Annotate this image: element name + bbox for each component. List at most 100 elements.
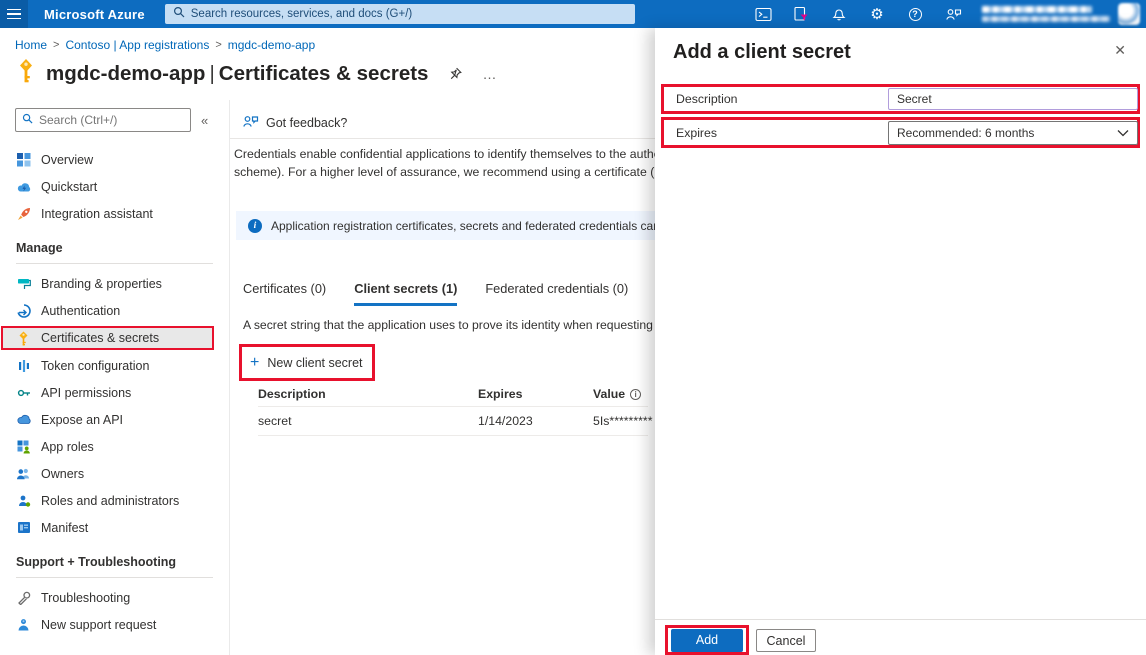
sidebar-item-roles-and-administrators[interactable]: Roles and administrators	[0, 487, 229, 514]
directory-filter-icon[interactable]	[786, 0, 816, 28]
sidebar-item-overview[interactable]: Overview	[0, 146, 229, 173]
sidebar-item-api-permissions[interactable]: API permissions	[0, 379, 229, 406]
tab-certificates[interactable]: Certificates (0)	[243, 281, 326, 306]
expires-dropdown[interactable]: Recommended: 6 months	[888, 121, 1138, 145]
page-title-section: Certificates & secrets	[219, 62, 429, 85]
breadcrumb: Home > Contoso | App registrations > mgd…	[15, 38, 315, 52]
notifications-bell-icon[interactable]	[824, 0, 854, 28]
info-banner-text: Application registration certificates, s…	[271, 219, 655, 233]
owners-icon	[16, 467, 31, 480]
got-feedback-label: Got feedback?	[266, 116, 347, 130]
page-title-row: mgdc-demo-app|Certificates & secrets …	[16, 58, 497, 89]
sidebar-item-label: Token configuration	[41, 359, 149, 373]
sidebar-item-new-support-request[interactable]: New support request	[0, 611, 229, 638]
sidebar-item-authentication[interactable]: Authentication	[0, 297, 229, 324]
sidebar-item-label: Overview	[41, 153, 93, 167]
sidebar-search-box[interactable]	[15, 108, 191, 132]
plus-icon: +	[250, 355, 259, 371]
sidebar-item-integration-assistant[interactable]: Integration assistant	[0, 200, 229, 227]
new-client-secret-button[interactable]: + New client secret	[242, 355, 363, 371]
tab-client-secrets[interactable]: Client secrets (1)	[354, 281, 457, 306]
manifest-icon	[16, 521, 31, 534]
sidebar-item-app-roles[interactable]: App roles	[0, 433, 229, 460]
sidebar-item-label: App roles	[41, 440, 94, 454]
sidebar-item-label: Troubleshooting	[41, 591, 130, 605]
sidebar-item-label: Certificates & secrets	[41, 331, 159, 345]
top-bar: Microsoft Azure Search resources, servic…	[0, 0, 1146, 28]
table-row[interactable]: secret 1/14/2023 5Is*********	[258, 407, 648, 436]
expires-selected-option: Recommended: 6 months	[897, 126, 1034, 140]
breadcrumb-home[interactable]: Home	[15, 38, 47, 52]
sidebar-item-troubleshooting[interactable]: Troubleshooting	[0, 584, 229, 611]
expose-api-icon	[16, 414, 31, 425]
column-header-expires: Expires	[478, 387, 593, 401]
help-icon[interactable]: ?	[900, 0, 930, 28]
token-configuration-icon	[16, 359, 31, 373]
divider	[16, 577, 213, 578]
cell-description: secret	[258, 414, 478, 428]
info-banner: i Application registration certificates,…	[236, 211, 655, 240]
sidebar-section-support: Support + Troubleshooting	[0, 541, 229, 575]
troubleshooting-wrench-icon	[16, 591, 31, 605]
sidebar-search-input[interactable]	[39, 113, 179, 127]
sidebar-item-owners[interactable]: Owners	[0, 460, 229, 487]
got-feedback-button[interactable]: Got feedback?	[242, 114, 347, 132]
sidebar-item-quickstart[interactable]: Quickstart	[0, 173, 229, 200]
info-icon: i	[630, 389, 641, 400]
new-client-secret-label: New client secret	[267, 356, 362, 370]
panel-title: Add a client secret	[673, 41, 851, 64]
description-input[interactable]	[888, 88, 1138, 110]
top-bar-icons: ⚙ ?	[748, 0, 968, 28]
close-icon[interactable]: ✕	[1114, 42, 1126, 59]
breadcrumb-app[interactable]: mgdc-demo-app	[228, 38, 315, 52]
sidebar-item-label: Roles and administrators	[41, 494, 179, 508]
breadcrumb-app-registrations[interactable]: Contoso | App registrations	[65, 38, 209, 52]
divider	[16, 263, 213, 264]
global-search-placeholder: Search resources, services, and docs (G+…	[191, 8, 412, 20]
sidebar-item-expose-an-api[interactable]: Expose an API	[0, 406, 229, 433]
sidebar-item-label: API permissions	[41, 386, 131, 400]
avatar[interactable]	[1118, 3, 1140, 25]
sidebar-item-label: New support request	[41, 618, 156, 632]
sidebar-item-label: Owners	[41, 467, 84, 481]
cloud-shell-icon[interactable]	[748, 0, 778, 28]
settings-gear-icon[interactable]: ⚙	[862, 0, 892, 28]
user-account-blurred[interactable]	[982, 6, 1110, 22]
azure-brand-link[interactable]: Microsoft Azure	[28, 7, 163, 22]
sidebar-collapse-button[interactable]: «	[201, 113, 208, 128]
azure-portal-screen: Microsoft Azure Search resources, servic…	[0, 0, 1146, 655]
global-search-input[interactable]: Search resources, services, and docs (G+…	[165, 4, 635, 24]
cancel-button[interactable]: Cancel	[756, 629, 816, 652]
authentication-icon	[16, 304, 31, 318]
sidebar-item-label: Expose an API	[41, 413, 123, 427]
feedback-icon[interactable]	[938, 0, 968, 28]
sidebar-item-label: Manifest	[41, 521, 88, 535]
description-field-label: Description	[664, 92, 738, 106]
user-name-blurred	[982, 6, 1092, 13]
quickstart-icon	[16, 181, 31, 193]
sidebar-item-label: Authentication	[41, 304, 120, 318]
sidebar-item-branding-properties[interactable]: Branding & properties	[0, 270, 229, 297]
sidebar-item-certificates-secrets[interactable]: Certificates & secrets	[1, 326, 214, 350]
key-icon	[16, 58, 36, 89]
info-icon: i	[248, 219, 262, 233]
hamburger-menu-button[interactable]	[0, 0, 28, 28]
pin-icon[interactable]	[448, 67, 462, 81]
divider	[230, 138, 655, 139]
search-icon	[173, 5, 185, 23]
main-content: Got feedback? Credentials enable confide…	[230, 100, 655, 655]
column-header-description: Description	[258, 387, 478, 401]
add-button[interactable]: Add	[671, 629, 743, 652]
sidebar-item-label: Branding & properties	[41, 277, 162, 291]
sidebar-item-manifest[interactable]: Manifest	[0, 514, 229, 541]
cell-value-masked: 5Is*********	[593, 414, 652, 428]
client-secrets-table: Description Expires Value i secret 1/14/…	[258, 382, 648, 436]
highlight-box-add-button: Add	[665, 625, 749, 655]
feedback-icon	[242, 114, 259, 132]
tab-federated-credentials[interactable]: Federated credentials (0)	[485, 281, 628, 306]
more-actions-ellipsis[interactable]: …	[482, 66, 497, 82]
page-title-separator: |	[205, 62, 218, 85]
client-secret-hint: A secret string that the application use…	[243, 318, 655, 332]
sidebar-item-token-configuration[interactable]: Token configuration	[0, 352, 229, 379]
table-header-row: Description Expires Value i	[258, 382, 648, 407]
